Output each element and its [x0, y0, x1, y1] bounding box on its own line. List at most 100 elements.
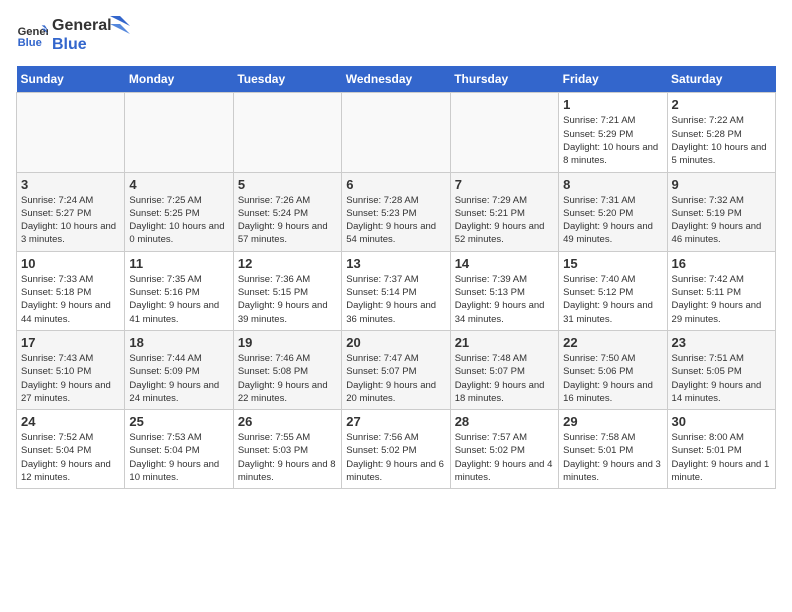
day-info: Sunrise: 7:47 AMSunset: 5:07 PMDaylight:…	[346, 352, 445, 405]
day-number: 16	[672, 256, 771, 271]
calendar-day: 24 Sunrise: 7:52 AMSunset: 5:04 PMDayligh…	[17, 410, 125, 489]
days-header-row: SundayMondayTuesdayWednesdayThursdayFrid…	[17, 66, 776, 93]
day-header-monday: Monday	[125, 66, 233, 93]
day-number: 26	[238, 414, 337, 429]
day-info: Sunrise: 7:52 AMSunset: 5:04 PMDaylight:…	[21, 431, 120, 484]
calendar-week-row: 3 Sunrise: 7:24 AMSunset: 5:27 PMDaylight…	[17, 172, 776, 251]
logo-text-blue: Blue	[52, 35, 112, 54]
calendar-day: 14Sunrise: 7:39 AMSunset: 5:13 PMDayligh…	[450, 251, 558, 330]
calendar-day	[450, 93, 558, 172]
day-number: 12	[238, 256, 337, 271]
calendar-week-row: 24 Sunrise: 7:52 AMSunset: 5:04 PMDayligh…	[17, 410, 776, 489]
day-info: Sunrise: 8:00 AMSunset: 5:01 PMDaylight:…	[672, 431, 771, 484]
calendar-day: 5 Sunrise: 7:26 AMSunset: 5:24 PMDaylight…	[233, 172, 341, 251]
calendar-day: 10 Sunrise: 7:33 AMSunset: 5:18 PMDayligh…	[17, 251, 125, 330]
day-number: 17	[21, 335, 120, 350]
day-number: 10	[21, 256, 120, 271]
calendar-day: 23 Sunrise: 7:51 AMSunset: 5:05 PMDayligh…	[667, 330, 775, 409]
logo: General Blue General Blue	[16, 16, 130, 54]
day-number: 23	[672, 335, 771, 350]
calendar-day: 9 Sunrise: 7:32 AMSunset: 5:19 PMDaylight…	[667, 172, 775, 251]
svg-text:Blue: Blue	[18, 37, 42, 49]
calendar-day: 20 Sunrise: 7:47 AMSunset: 5:07 PMDayligh…	[342, 330, 450, 409]
day-number: 14	[455, 256, 554, 271]
day-number: 25	[129, 414, 228, 429]
day-info: Sunrise: 7:56 AMSunset: 5:02 PMDaylight:…	[346, 431, 445, 484]
day-header-tuesday: Tuesday	[233, 66, 341, 93]
day-header-wednesday: Wednesday	[342, 66, 450, 93]
day-header-saturday: Saturday	[667, 66, 775, 93]
day-header-thursday: Thursday	[450, 66, 558, 93]
day-number: 19	[238, 335, 337, 350]
calendar-week-row: 10 Sunrise: 7:33 AMSunset: 5:18 PMDayligh…	[17, 251, 776, 330]
calendar-day: 1Sunrise: 7:21 AMSunset: 5:29 PMDaylight…	[559, 93, 667, 172]
calendar-day: 13 Sunrise: 7:37 AMSunset: 5:14 PMDayligh…	[342, 251, 450, 330]
day-number: 22	[563, 335, 662, 350]
calendar-day: 16 Sunrise: 7:42 AMSunset: 5:11 PMDayligh…	[667, 251, 775, 330]
day-number: 3	[21, 177, 120, 192]
day-info: Sunrise: 7:57 AMSunset: 5:02 PMDaylight:…	[455, 431, 554, 484]
logo-arrow-icon	[110, 16, 130, 46]
day-number: 1	[563, 97, 662, 112]
day-info: Sunrise: 7:24 AMSunset: 5:27 PMDaylight:…	[21, 194, 120, 247]
calendar-day	[233, 93, 341, 172]
day-info: Sunrise: 7:22 AMSunset: 5:28 PMDaylight:…	[672, 114, 771, 167]
day-number: 20	[346, 335, 445, 350]
day-number: 9	[672, 177, 771, 192]
calendar-day: 28Sunrise: 7:57 AMSunset: 5:02 PMDayligh…	[450, 410, 558, 489]
day-info: Sunrise: 7:32 AMSunset: 5:19 PMDaylight:…	[672, 194, 771, 247]
day-number: 11	[129, 256, 228, 271]
calendar-day	[342, 93, 450, 172]
calendar-day: 25 Sunrise: 7:53 AMSunset: 5:04 PMDayligh…	[125, 410, 233, 489]
day-header-friday: Friday	[559, 66, 667, 93]
calendar-day: 29Sunrise: 7:58 AMSunset: 5:01 PMDayligh…	[559, 410, 667, 489]
day-info: Sunrise: 7:55 AMSunset: 5:03 PMDaylight:…	[238, 431, 337, 484]
day-number: 27	[346, 414, 445, 429]
day-number: 2	[672, 97, 771, 112]
day-number: 13	[346, 256, 445, 271]
calendar-day: 12 Sunrise: 7:36 AMSunset: 5:15 PMDayligh…	[233, 251, 341, 330]
day-info: Sunrise: 7:29 AMSunset: 5:21 PMDaylight:…	[455, 194, 554, 247]
calendar-day: 15Sunrise: 7:40 AMSunset: 5:12 PMDayligh…	[559, 251, 667, 330]
calendar-day: 4 Sunrise: 7:25 AMSunset: 5:25 PMDaylight…	[125, 172, 233, 251]
day-number: 24	[21, 414, 120, 429]
day-info: Sunrise: 7:33 AMSunset: 5:18 PMDaylight:…	[21, 273, 120, 326]
calendar-day	[17, 93, 125, 172]
day-info: Sunrise: 7:28 AMSunset: 5:23 PMDaylight:…	[346, 194, 445, 247]
calendar-day: 17Sunrise: 7:43 AMSunset: 5:10 PMDayligh…	[17, 330, 125, 409]
calendar-day: 18Sunrise: 7:44 AMSunset: 5:09 PMDayligh…	[125, 330, 233, 409]
day-info: Sunrise: 7:35 AMSunset: 5:16 PMDaylight:…	[129, 273, 228, 326]
day-number: 7	[455, 177, 554, 192]
calendar-week-row: 17Sunrise: 7:43 AMSunset: 5:10 PMDayligh…	[17, 330, 776, 409]
day-number: 4	[129, 177, 228, 192]
day-info: Sunrise: 7:51 AMSunset: 5:05 PMDaylight:…	[672, 352, 771, 405]
page-header: General Blue General Blue	[16, 16, 776, 54]
day-number: 5	[238, 177, 337, 192]
day-number: 8	[563, 177, 662, 192]
logo-text-general: General	[52, 16, 112, 35]
calendar-week-row: 1Sunrise: 7:21 AMSunset: 5:29 PMDaylight…	[17, 93, 776, 172]
day-info: Sunrise: 7:25 AMSunset: 5:25 PMDaylight:…	[129, 194, 228, 247]
day-info: Sunrise: 7:26 AMSunset: 5:24 PMDaylight:…	[238, 194, 337, 247]
calendar-day: 30Sunrise: 8:00 AMSunset: 5:01 PMDayligh…	[667, 410, 775, 489]
calendar-day	[125, 93, 233, 172]
day-info: Sunrise: 7:53 AMSunset: 5:04 PMDaylight:…	[129, 431, 228, 484]
day-number: 18	[129, 335, 228, 350]
day-number: 21	[455, 335, 554, 350]
day-info: Sunrise: 7:31 AMSunset: 5:20 PMDaylight:…	[563, 194, 662, 247]
calendar-day: 22 Sunrise: 7:50 AMSunset: 5:06 PMDayligh…	[559, 330, 667, 409]
svg-text:General: General	[18, 26, 48, 38]
day-info: Sunrise: 7:40 AMSunset: 5:12 PMDaylight:…	[563, 273, 662, 326]
calendar-day: 11 Sunrise: 7:35 AMSunset: 5:16 PMDayligh…	[125, 251, 233, 330]
day-info: Sunrise: 7:50 AMSunset: 5:06 PMDaylight:…	[563, 352, 662, 405]
day-info: Sunrise: 7:37 AMSunset: 5:14 PMDaylight:…	[346, 273, 445, 326]
logo-icon: General Blue	[16, 19, 48, 51]
day-header-sunday: Sunday	[17, 66, 125, 93]
day-info: Sunrise: 7:36 AMSunset: 5:15 PMDaylight:…	[238, 273, 337, 326]
day-info: Sunrise: 7:42 AMSunset: 5:11 PMDaylight:…	[672, 273, 771, 326]
calendar-day: 19Sunrise: 7:46 AMSunset: 5:08 PMDayligh…	[233, 330, 341, 409]
calendar-day: 21 Sunrise: 7:48 AMSunset: 5:07 PMDayligh…	[450, 330, 558, 409]
day-number: 29	[563, 414, 662, 429]
calendar-table: SundayMondayTuesdayWednesdayThursdayFrid…	[16, 66, 776, 489]
day-info: Sunrise: 7:48 AMSunset: 5:07 PMDaylight:…	[455, 352, 554, 405]
